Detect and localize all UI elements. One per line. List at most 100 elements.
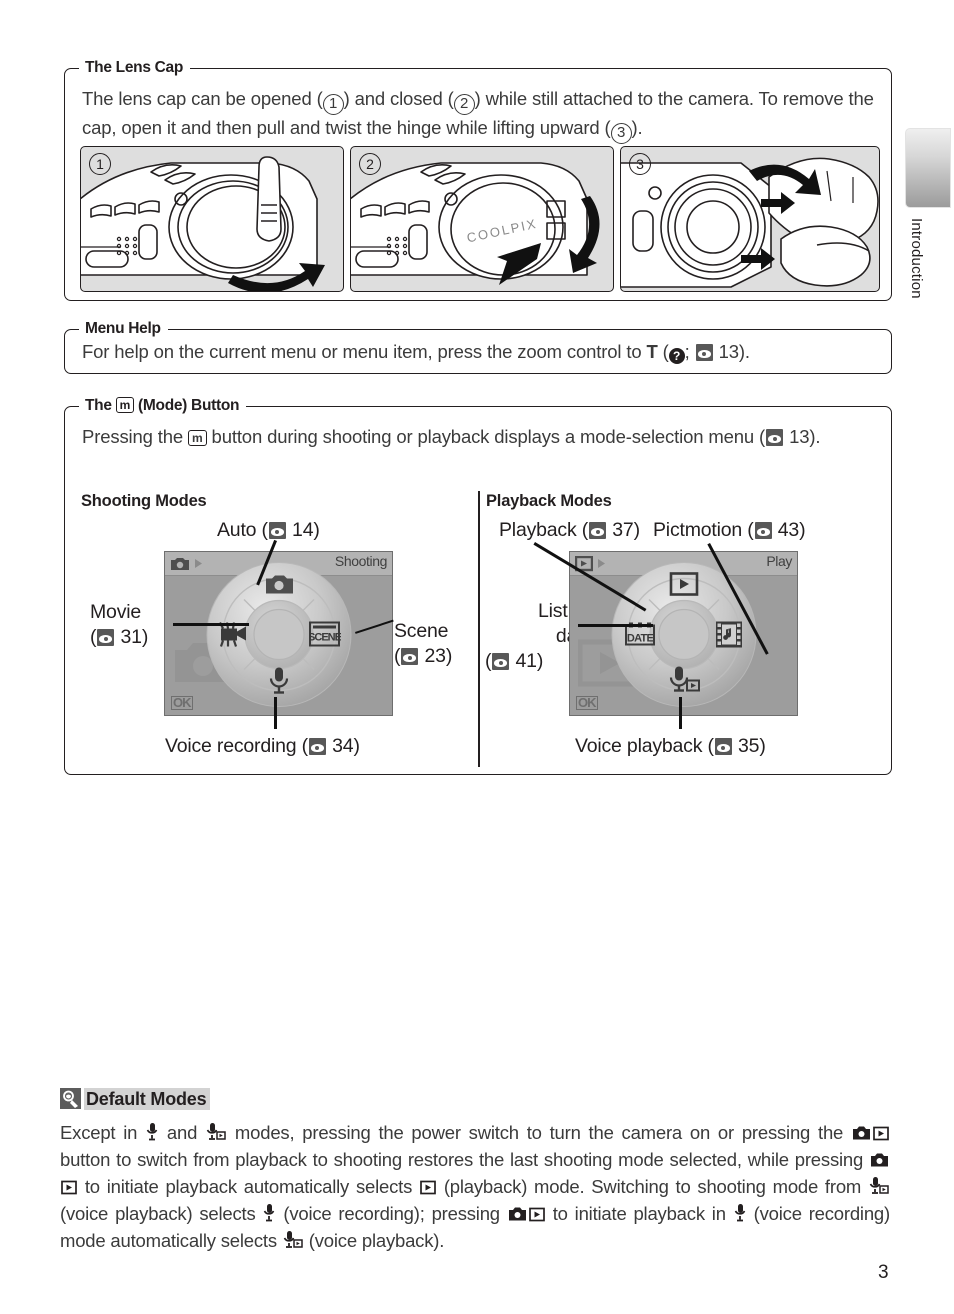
lens-cap-body-part1: The lens cap can be opened ( [82,88,323,109]
dm-t8: to initiate playback in [545,1203,733,1224]
playback-modes-heading: Playback Modes [486,492,612,510]
page-reference-icon [97,629,115,646]
label-auto-text: Auto ( [217,519,268,541]
lens-cap-figure-1: 1 [80,146,344,292]
page-number: 3 [878,1262,889,1283]
playback-icon-box [873,1126,889,1141]
camera-lens-cap-closed-illustration: COOLPIX [351,162,600,285]
label-scene: Scene ( 23) [394,619,452,669]
mode-button-title-prefix: The [85,397,116,414]
voice-playback-icon [206,1122,226,1141]
page-reference-icon [589,522,607,539]
side-tab-marker [905,128,951,208]
scene-icon: SCENE [308,621,341,647]
dm-t3: button to switch from playback to shooti… [60,1149,869,1170]
label-auto-tail: ) [313,519,320,541]
label-movie: Movie ( 31) [90,600,148,650]
menu-help-page-ref: 13 [718,341,739,362]
voice-playback-icon [283,1230,303,1249]
label-scene-tail: ) [445,645,453,667]
shooting-modes-heading: Shooting Modes [81,492,207,510]
ok-button-hint: OK [576,695,598,710]
side-tab-label: Introduction [908,218,925,299]
zoom-control-T-label: T [646,341,658,362]
label-scene-page: 23 [424,645,446,667]
lens-cap-removal-illustration [621,157,879,288]
leader-line-movie [173,623,249,626]
page-reference-icon [492,653,510,670]
figure-2-number: 2 [359,153,381,175]
help-question-icon: ? [668,348,685,364]
lens-cap-title: The Lens Cap [79,58,191,78]
leader-line-list-by-date [578,624,653,627]
chevron-right-icon [598,559,605,568]
dm-t0: Except in [60,1122,146,1143]
label-playback-text: Playback ( [499,519,589,541]
lens-cap-section: The Lens Cap The lens cap can be opened … [64,58,894,303]
page-reference-icon [401,648,419,665]
playback-icon [669,571,698,596]
label-voice-recording-page: 34 [332,735,354,757]
default-modes-heading: Default Modes [60,1088,211,1110]
menu-help-text-before: For help on the current menu or menu ite… [82,341,647,362]
camera-lens-cap-open-illustration [81,156,325,291]
default-modes-body: Except in and modes, pressing the power … [60,1119,890,1254]
microphone-icon [269,667,288,694]
label-list-by-date-tail: ) [536,650,544,672]
label-scene-line1: Scene [394,620,449,642]
page-reference-icon [268,522,286,539]
label-voice-recording: Voice recording ( 34) [165,734,360,759]
leader-line-voice-playback [679,697,682,729]
page-reference-icon [754,522,772,539]
shooting-mode-screen: Shooting OK SCENE [164,551,393,716]
label-pictmotion-page: 43 [777,519,800,541]
label-list-by-date-page: 41 [515,650,537,672]
label-pictmotion-tail: ) [799,519,806,541]
pictmotion-icon [715,621,742,648]
multi-selector-dial: DATE [609,559,759,714]
marker-1: 1 [322,94,344,115]
mode-button-title: The m (Mode) Button [79,396,247,416]
label-movie-paren: ( [90,626,97,648]
label-pictmotion-text: Pictmotion ( [653,519,754,541]
dm-t2: modes, pressing the power switch to turn… [227,1122,851,1143]
microphone-icon [734,1203,746,1222]
menu-help-tail: ). [738,341,750,362]
label-voice-playback-page: 35 [738,735,760,757]
dm-t10: (voice playback). [303,1230,445,1251]
label-pictmotion: Pictmotion ( 43) [653,518,806,543]
label-voice-recording-text: Voice recording ( [165,735,308,757]
svg-text:DATE: DATE [626,632,653,644]
lens-cap-body: The lens cap can be opened (1) and close… [82,86,876,144]
label-auto: Auto ( 14) [217,518,320,543]
microphone-icon [146,1122,158,1141]
playback-screen-topbar-label: Play [766,553,792,569]
menu-help-open-paren: ( [657,341,669,362]
label-voice-playback-tail: ) [759,735,766,757]
label-list-by-date-paren: ( [485,650,492,672]
menu-help-title: Menu Help [79,319,168,339]
label-playback: Playback ( 37) [499,518,640,543]
mode-button-glyph: m [115,397,135,413]
lens-cap-body-part2: ) and closed ( [343,88,454,109]
mode-button-page-ref: 13 [789,426,810,447]
camera-icon-solid [852,1125,871,1141]
label-voice-playback-text: Voice playback ( [575,735,714,757]
microphone-icon [263,1203,275,1222]
dm-t6: (voice playback) selects [60,1203,263,1224]
ok-button-hint: OK [171,695,193,710]
dm-t4: to initiate playback automatically selec… [78,1176,419,1197]
dm-t7: (voice recording); pressing [276,1203,507,1224]
dm-t5: (playback) mode. Switching to shooting m… [436,1176,868,1197]
voice-playback-icon [669,666,700,692]
label-movie-line1: Movie [90,601,142,623]
mode-button-tail: ). [809,426,821,447]
menu-help-section: Menu Help For help on the current menu o… [64,319,894,376]
menu-help-semicolon: ; [684,341,695,362]
playback-icon-box [420,1180,436,1195]
mode-button-section: The m (Mode) Button Pressing the m butto… [64,396,894,777]
camera-icon-solid [508,1206,527,1222]
leader-line-voice-recording [274,697,277,729]
column-divider [478,491,480,767]
svg-text:SCENE: SCENE [309,631,341,643]
